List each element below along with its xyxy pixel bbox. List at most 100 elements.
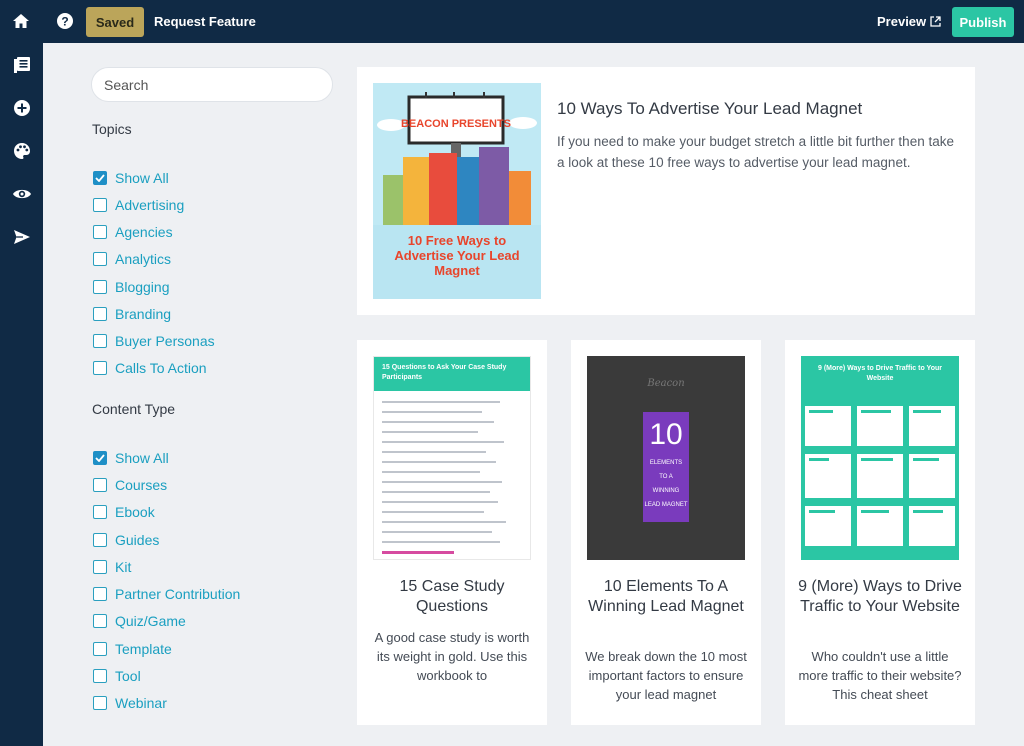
resource-card[interactable]: Beacon 10 ELEMENTS TO A WINNING LEAD MAGNET… — [571, 340, 761, 725]
card-description: We break down the 10 most important fact… — [585, 649, 747, 702]
case-study-thumbnail: 15 Questions to Ask Your Case Study Part… — [373, 356, 531, 560]
checkbox[interactable] — [93, 279, 107, 294]
checkbox[interactable] — [93, 360, 107, 375]
thumb-number-box: 10 ELEMENTS TO A WINNING LEAD MAGNET — [643, 412, 689, 522]
filter-option-label[interactable]: Advertising — [115, 197, 184, 213]
thumb-brand: Beacon — [647, 378, 685, 389]
help-icon[interactable]: ? — [54, 10, 76, 32]
eye-icon[interactable] — [11, 183, 33, 205]
svg-text:?: ? — [61, 15, 68, 29]
filter-option[interactable]: Courses — [93, 476, 167, 494]
featured-title[interactable]: 10 Ways To Advertise Your Lead Magnet — [557, 99, 862, 119]
checkbox[interactable] — [93, 695, 107, 710]
filter-option[interactable]: Agencies — [93, 223, 173, 241]
filter-option-label[interactable]: Template — [115, 641, 172, 657]
filter-option[interactable]: Partner Contribution — [93, 585, 240, 603]
filter-option[interactable]: Blogging — [93, 278, 170, 296]
cover-top-text: BEACON PRESENTS — [401, 118, 511, 130]
cover-bottom-text: 10 Free Ways to Advertise Your Lead Magn… — [394, 233, 520, 278]
saved-button[interactable]: Saved — [86, 7, 144, 37]
thumb-number: 10 — [649, 418, 683, 451]
checkbox[interactable] — [93, 306, 107, 321]
publish-button[interactable]: Publish — [952, 7, 1014, 37]
featured-cover-image: BEACON PRESENTS 10 Free Ways to Advertis… — [373, 83, 541, 299]
checkbox[interactable] — [93, 225, 107, 240]
filter-option-label[interactable]: Show All — [115, 170, 169, 186]
thumb-header: 15 Questions to Ask Your Case Study Part… — [374, 357, 530, 391]
filter-option-label[interactable]: Ebook — [115, 504, 155, 520]
card-title[interactable]: 15 Case Study Questions — [367, 577, 537, 616]
home-icon[interactable] — [10, 10, 32, 32]
external-link-icon — [930, 16, 941, 27]
checkbox[interactable] — [93, 333, 107, 348]
filter-option[interactable]: Calls To Action — [93, 359, 207, 377]
thumb-caption-line: LEAD MAGNET — [644, 502, 688, 508]
filter-option-label[interactable]: Show All — [115, 450, 169, 466]
card-description: A good case study is worth its weight in… — [374, 630, 530, 683]
filter-option[interactable]: Advertising — [93, 196, 184, 214]
checkbox[interactable] — [93, 505, 107, 520]
add-icon[interactable] — [11, 97, 33, 119]
filter-option[interactable]: Kit — [93, 558, 131, 576]
filter-option[interactable]: Tool — [93, 667, 141, 685]
request-feature-link[interactable]: Request Feature — [154, 14, 256, 29]
card-title[interactable]: 9 (More) Ways to Drive Traffic to Your W… — [795, 577, 965, 616]
pages-icon[interactable] — [11, 54, 33, 76]
featured-resource-card[interactable]: BEACON PRESENTS 10 Free Ways to Advertis… — [357, 67, 975, 315]
thumb-caption-line: WINNING — [652, 488, 680, 494]
filter-option-label[interactable]: Partner Contribution — [115, 586, 240, 602]
filter-option[interactable]: Template — [93, 640, 172, 658]
thumb-caption-line: TO A — [659, 474, 673, 480]
filter-option[interactable]: Branding — [93, 305, 171, 323]
filter-option[interactable]: Show All — [93, 449, 169, 467]
filter-option[interactable]: Webinar — [93, 694, 167, 712]
filter-option-label[interactable]: Webinar — [115, 695, 167, 711]
checkbox[interactable] — [93, 252, 107, 267]
filter-option-label[interactable]: Branding — [115, 306, 171, 322]
checkbox[interactable] — [93, 668, 107, 683]
filter-option[interactable]: Guides — [93, 531, 159, 549]
filter-option[interactable]: Show All — [93, 169, 169, 187]
traffic-cheatsheet-thumbnail: 9 (More) Ways to Drive Traffic to Your W… — [801, 356, 959, 560]
card-description: Who couldn't use a little more traffic t… — [798, 649, 962, 702]
checkbox[interactable] — [93, 478, 107, 493]
filter-option-label[interactable]: Calls To Action — [115, 360, 207, 376]
filter-option-label[interactable]: Agencies — [115, 224, 173, 240]
lead-magnet-thumbnail: Beacon 10 ELEMENTS TO A WINNING LEAD MAGNET — [587, 356, 745, 560]
filter-option-label[interactable]: Guides — [115, 532, 159, 548]
resource-card[interactable]: 15 Questions to Ask Your Case Study Part… — [357, 340, 547, 725]
filter-option[interactable]: Ebook — [93, 503, 155, 521]
checkbox[interactable] — [93, 532, 107, 547]
preview-label: Preview — [877, 14, 927, 29]
preview-link[interactable]: Preview — [877, 14, 941, 29]
filter-option-label[interactable]: Analytics — [115, 251, 171, 267]
filter-option-label[interactable]: Quiz/Game — [115, 613, 186, 629]
thumb-caption: ELEMENTS TO A WINNING LEAD MAGNET — [644, 456, 687, 512]
left-rail — [0, 43, 43, 746]
filter-option-label[interactable]: Tool — [115, 668, 141, 684]
top-bar: ? Saved Request Feature Preview Publish — [0, 0, 1024, 43]
filter-option[interactable]: Analytics — [93, 250, 171, 268]
checkbox[interactable] — [93, 614, 107, 629]
palette-icon[interactable] — [11, 140, 33, 162]
checkbox-checked[interactable] — [93, 451, 107, 465]
thumb-header: 9 (More) Ways to Drive Traffic to Your W… — [818, 365, 942, 382]
resource-card[interactable]: 9 (More) Ways to Drive Traffic to Your W… — [785, 340, 975, 725]
topics-heading: Topics — [92, 121, 132, 137]
card-title[interactable]: 10 Elements To A Winning Lead Magnet — [581, 577, 751, 616]
checkbox[interactable] — [93, 198, 107, 213]
checkbox[interactable] — [93, 587, 107, 602]
filter-option-label[interactable]: Blogging — [115, 279, 170, 295]
checkbox[interactable] — [93, 559, 107, 574]
send-icon[interactable] — [11, 226, 33, 248]
filter-option-label[interactable]: Kit — [115, 559, 131, 575]
filter-option[interactable]: Quiz/Game — [93, 612, 186, 630]
checkbox-checked[interactable] — [93, 171, 107, 185]
filter-option[interactable]: Buyer Personas — [93, 332, 215, 350]
search-input[interactable] — [91, 67, 333, 102]
featured-description: If you need to make your budget stretch … — [557, 134, 954, 170]
checkbox[interactable] — [93, 641, 107, 656]
filter-option-label[interactable]: Courses — [115, 477, 167, 493]
thumb-caption-line: ELEMENTS — [649, 460, 683, 466]
filter-option-label[interactable]: Buyer Personas — [115, 333, 215, 349]
